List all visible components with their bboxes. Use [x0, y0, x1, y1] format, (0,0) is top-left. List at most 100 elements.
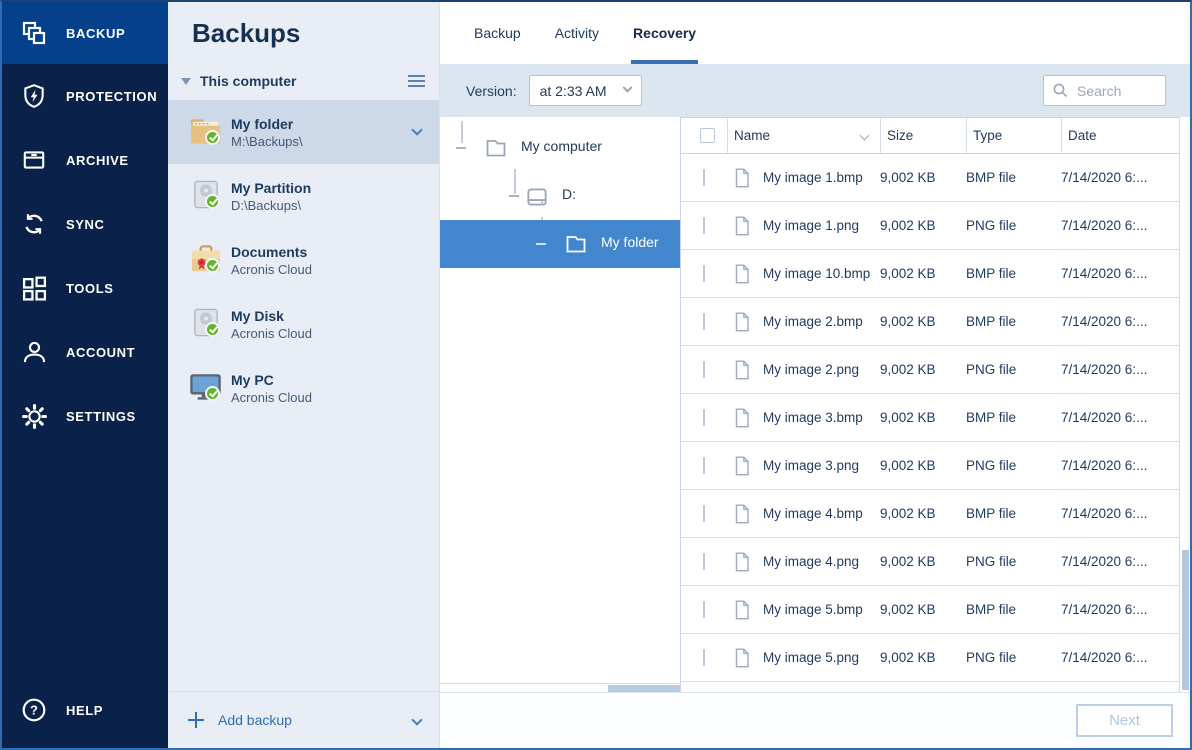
file-type: BMP file [966, 170, 1061, 185]
tree-node-my-computer[interactable]: My computer [440, 124, 680, 172]
backup-item-my-partition[interactable]: My Partition D:\Backups\ [168, 164, 439, 228]
next-button[interactable]: Next [1076, 704, 1173, 737]
backup-item-location: M:\Backups\ [231, 134, 303, 149]
row-checkbox[interactable] [703, 649, 705, 666]
version-value: at 2:33 AM [540, 83, 624, 99]
partition-icon [189, 180, 231, 213]
table-row[interactable]: My image 5.png 9,002 KB PNG file 7/14/20… [681, 634, 1179, 682]
row-checkbox[interactable] [703, 313, 705, 330]
file-type: BMP file [966, 410, 1061, 425]
file-icon [731, 262, 753, 286]
version-dropdown[interactable]: at 2:33 AM [529, 75, 642, 106]
file-name: My image 3.png [763, 458, 859, 473]
sidebar-item-sync[interactable]: SYNC [2, 192, 168, 256]
column-header-type[interactable]: Type [966, 118, 1061, 153]
row-checkbox[interactable] [703, 361, 705, 378]
tab-backup[interactable]: Backup [462, 2, 533, 64]
column-header-size[interactable]: Size [880, 118, 966, 153]
file-date: 7/14/2020 6:... [1061, 170, 1179, 185]
horizontal-scrollbar[interactable] [440, 683, 680, 692]
vertical-scrollbar-thumb[interactable] [1182, 550, 1189, 690]
row-checkbox[interactable] [703, 169, 705, 186]
column-header-date[interactable]: Date [1061, 118, 1179, 153]
select-all-checkbox[interactable] [700, 128, 715, 143]
sort-chevron-icon[interactable] [860, 131, 870, 141]
backup-item-location: D:\Backups\ [231, 198, 311, 213]
menu-icon[interactable] [408, 72, 425, 90]
file-type: PNG file [966, 458, 1061, 473]
sidebar-label-tools: TOOLS [66, 281, 114, 296]
settings-icon [2, 403, 66, 430]
table-row[interactable]: My image 4.bmp 9,002 KB BMP file 7/14/20… [681, 490, 1179, 538]
collapse-minus-icon[interactable] [536, 243, 546, 245]
collapse-minus-icon[interactable] [456, 147, 466, 149]
backup-item-location: Acronis Cloud [231, 262, 312, 277]
row-checkbox[interactable] [703, 601, 705, 618]
sync-icon [2, 210, 66, 238]
tree-node-my-folder[interactable]: My folder [440, 220, 680, 268]
tree-node-label: D: [562, 186, 576, 202]
tab-activity[interactable]: Activity [543, 2, 611, 64]
tree-node-d-drive[interactable]: D: [440, 172, 680, 220]
table-row[interactable]: My image 2.bmp 9,002 KB BMP file 7/14/20… [681, 298, 1179, 346]
search-input[interactable] [1077, 83, 1157, 99]
sidebar-label-protection: PROTECTION [66, 89, 157, 104]
file-name: My image 3.bmp [763, 410, 863, 425]
file-date: 7/14/2020 6:... [1061, 266, 1179, 281]
file-date: 7/14/2020 6:... [1061, 506, 1179, 521]
backup-item-location: Acronis Cloud [231, 390, 312, 405]
backups-panel-title: Backups [168, 2, 439, 62]
table-row[interactable]: My image 3.bmp 9,002 KB BMP file 7/14/20… [681, 394, 1179, 442]
table-row[interactable]: My image 10.bmp 9,002 KB BMP file 7/14/2… [681, 250, 1179, 298]
file-icon [731, 646, 753, 670]
backup-item-documents[interactable]: Documents Acronis Cloud [168, 228, 439, 292]
chevron-down-icon[interactable] [411, 714, 422, 725]
file-size: 9,002 KB [880, 218, 966, 233]
backup-item-my-disk[interactable]: My Disk Acronis Cloud [168, 292, 439, 356]
row-checkbox[interactable] [703, 553, 705, 570]
search-box[interactable] [1043, 75, 1166, 106]
add-backup-button[interactable]: Add backup [168, 691, 439, 748]
file-size: 9,002 KB [880, 314, 966, 329]
sidebar-item-account[interactable]: ACCOUNT [2, 320, 168, 384]
backup-item-my-folder[interactable]: My folder M:\Backups\ [168, 100, 439, 164]
sidebar-item-tools[interactable]: TOOLS [2, 256, 168, 320]
collapse-triangle-icon[interactable] [181, 78, 191, 85]
table-row[interactable]: My image 4.png 9,002 KB PNG file 7/14/20… [681, 538, 1179, 586]
sidebar-item-settings[interactable]: SETTINGS [2, 384, 168, 448]
sidebar-item-backup[interactable]: BACKUP [2, 2, 168, 64]
recovery-content: My computer D: My folder [440, 117, 1190, 692]
chevron-down-icon[interactable] [411, 124, 422, 135]
row-checkbox[interactable] [703, 217, 705, 234]
row-checkbox[interactable] [703, 505, 705, 522]
sidebar-item-archive[interactable]: ARCHIVE [2, 128, 168, 192]
table-row[interactable]: My image 1.bmp 9,002 KB BMP file 7/14/20… [681, 154, 1179, 202]
row-checkbox[interactable] [703, 409, 705, 426]
sidebar-item-help[interactable]: ? HELP [2, 678, 168, 742]
sidebar-item-protection[interactable]: PROTECTION [2, 64, 168, 128]
pc-icon [189, 372, 231, 405]
row-checkbox[interactable] [703, 457, 705, 474]
vertical-scrollbar[interactable] [1179, 117, 1190, 692]
column-header-name[interactable]: Name [727, 118, 880, 153]
file-date: 7/14/2020 6:... [1061, 410, 1179, 425]
file-size: 9,002 KB [880, 458, 966, 473]
sidebar-label-sync: SYNC [66, 217, 105, 232]
backup-item-my-pc[interactable]: My PC Acronis Cloud [168, 356, 439, 420]
file-icon [731, 406, 753, 430]
file-size: 9,002 KB [880, 410, 966, 425]
table-row[interactable]: My image 3.png 9,002 KB PNG file 7/14/20… [681, 442, 1179, 490]
documents-icon [189, 244, 231, 277]
tab-recovery[interactable]: Recovery [621, 2, 708, 64]
horizontal-scrollbar-thumb[interactable] [608, 685, 680, 692]
backups-group-header[interactable]: This computer [168, 62, 439, 100]
folder-tree: My computer D: My folder [440, 117, 681, 692]
file-date: 7/14/2020 6:... [1061, 314, 1179, 329]
collapse-minus-icon[interactable] [509, 195, 519, 197]
table-row[interactable]: My image 1.png 9,002 KB PNG file 7/14/20… [681, 202, 1179, 250]
table-row[interactable]: My image 2.png 9,002 KB PNG file 7/14/20… [681, 346, 1179, 394]
table-row[interactable]: My image 5.bmp 9,002 KB BMP file 7/14/20… [681, 586, 1179, 634]
row-checkbox[interactable] [703, 265, 705, 282]
sidebar-label-help: HELP [66, 703, 103, 718]
file-name: My image 2.bmp [763, 314, 863, 329]
